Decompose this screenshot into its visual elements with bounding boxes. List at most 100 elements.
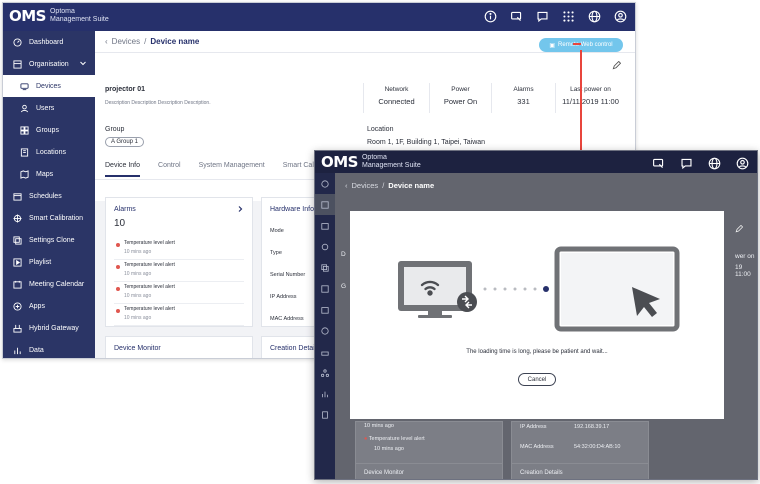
globe-icon[interactable]: [707, 156, 721, 170]
sidebar-item-apps[interactable]: Apps: [3, 295, 95, 317]
sidebar-item-groups[interactable]: Groups: [3, 119, 95, 141]
remote-control-icon: ▣: [549, 42, 556, 49]
loading-message: The loading time is long, please be pati…: [466, 349, 608, 355]
back-chevron-icon[interactable]: ‹: [345, 181, 348, 190]
user-icon[interactable]: [613, 9, 627, 23]
info-icon[interactable]: [483, 9, 497, 23]
tab-control[interactable]: Control: [158, 162, 181, 177]
remote-control-window: OMS Optoma Management Suite ‹ Devices / …: [314, 150, 758, 480]
list-item[interactable]: Temperature level alert 10 mins ago: [114, 238, 244, 260]
breadcrumb-parent[interactable]: Devices: [352, 181, 379, 190]
calendar-icon[interactable]: [315, 299, 335, 320]
breadcrumb-separator: /: [144, 37, 147, 46]
device-monitor-card: Device Monitor: [355, 463, 503, 479]
gateway-icon[interactable]: [315, 341, 335, 362]
hardware-row-serial: Serial Number: [270, 272, 306, 278]
list-item[interactable]: Temperature level alert 10 mins ago: [114, 304, 244, 326]
clone-icon[interactable]: [315, 257, 335, 278]
alarms-count: 10: [114, 218, 126, 229]
alarms-card: Alarms 10 Temperature level alert 10 mins…: [105, 197, 253, 327]
apps-grid-icon[interactable]: [561, 9, 575, 23]
sidebar-item-settings-clone[interactable]: Settings Clone: [3, 229, 95, 251]
apps-icon: [12, 301, 22, 311]
logo-text: Optoma Management Suite: [361, 154, 421, 169]
device-monitor-title: Device Monitor: [114, 345, 161, 352]
dashboard-icon: [12, 37, 22, 47]
remote-icon[interactable]: [651, 156, 665, 170]
alert-dot-icon: [116, 309, 120, 313]
user-icon[interactable]: [735, 156, 749, 170]
chevron-right-icon[interactable]: [236, 205, 244, 213]
group-label: Group: [105, 126, 125, 133]
sidebar-item-devices[interactable]: Devices: [3, 75, 95, 97]
device-name: projector 01: [105, 86, 146, 93]
hardware-row-mac: MAC Address: [270, 316, 304, 322]
edit-pencil-icon[interactable]: [612, 61, 621, 70]
cancel-button[interactable]: Cancel: [518, 373, 556, 386]
loading-modal: The loading time is long, please be pati…: [350, 211, 724, 419]
data-icon[interactable]: [315, 383, 335, 404]
logo-mark: OMS: [321, 153, 358, 171]
playlist-icon: [12, 257, 22, 267]
list-item[interactable]: Temperature level alert 10 mins ago: [114, 282, 244, 304]
alert-dot-icon: [116, 287, 120, 291]
edit-pencil-icon[interactable]: [735, 225, 743, 233]
sidebar-item-playlist[interactable]: Playlist: [3, 251, 95, 273]
group-pill[interactable]: A Group 1: [105, 137, 145, 147]
sidebar-item-locations[interactable]: Locations: [3, 141, 95, 163]
clone-icon: [12, 235, 22, 245]
globe-icon[interactable]: [587, 9, 601, 23]
organisation-icon: [12, 59, 22, 69]
sidebar-item-organisation[interactable]: Organisation: [3, 53, 95, 75]
sidebar-item-schedules[interactable]: Schedules: [3, 185, 95, 207]
remote-icon[interactable]: [509, 9, 523, 23]
calibration-icon: [12, 213, 22, 223]
calibration-icon[interactable]: [315, 236, 335, 257]
sync-icon: [457, 292, 477, 312]
breadcrumb: ‹ Devices / Device name: [345, 181, 435, 190]
progress-dots: [483, 286, 549, 292]
target-screen-icon: [554, 246, 680, 332]
schedules-icon[interactable]: [315, 215, 335, 236]
network-icon[interactable]: [315, 362, 335, 383]
document-icon[interactable]: [315, 404, 335, 425]
creation-details-title: Creation Details: [270, 345, 320, 352]
sidebar-item-maps[interactable]: Maps: [3, 163, 95, 185]
sidebar-item-dashboard[interactable]: Dashboard: [3, 31, 95, 53]
sidebar-item-meeting-calendar[interactable]: Meeting Calendar: [3, 273, 95, 295]
sidebar-item-smart-calibration[interactable]: Smart Calibration: [3, 207, 95, 229]
breadcrumb-current: Device name: [150, 37, 200, 46]
dashboard-icon[interactable]: [315, 173, 335, 194]
collapsed-sidebar: [315, 173, 335, 479]
chevron-down-icon[interactable]: [79, 59, 87, 67]
tab-system-management[interactable]: System Management: [199, 162, 265, 177]
chat-icon[interactable]: [535, 9, 549, 23]
devices-icon[interactable]: [315, 194, 335, 215]
sidebar-item-users[interactable]: Users: [3, 97, 95, 119]
locations-icon: [19, 147, 29, 157]
alert-dot-icon: ●: [364, 436, 368, 442]
tab-device-info[interactable]: Device Info: [105, 162, 141, 177]
stat-power: Power Power On: [429, 83, 491, 113]
connector-line: [573, 43, 581, 45]
logo[interactable]: OMS Optoma Management Suite: [321, 153, 421, 171]
alarms-list: Temperature level alert 10 mins ago Tempe…: [114, 238, 244, 326]
users-icon: [19, 103, 29, 113]
apps-icon[interactable]: [315, 320, 335, 341]
back-chevron-icon[interactable]: ‹: [105, 37, 108, 46]
playlist-icon[interactable]: [315, 278, 335, 299]
breadcrumb-parent[interactable]: Devices: [112, 37, 140, 46]
chat-icon[interactable]: [679, 156, 693, 170]
connector-line: [580, 50, 582, 158]
list-item[interactable]: Temperature level alert 10 mins ago: [114, 260, 244, 282]
devices-icon: [19, 81, 29, 91]
sidebar-item-data[interactable]: Data: [3, 339, 95, 358]
remote-connection-illustration: [398, 246, 680, 332]
data-icon: [12, 345, 22, 355]
logo[interactable]: OMS Optoma Management Suite: [9, 7, 109, 25]
hardware-row-type: Type: [270, 250, 282, 256]
creation-details-card: Creation Details: [511, 463, 649, 479]
sidebar: Dashboard Organisation Devices Users Gro…: [3, 31, 95, 358]
location-value: Room 1, 1F, Building 1, Taipei, Taiwan: [367, 139, 486, 146]
sidebar-item-hybrid-gateway[interactable]: Hybrid Gateway: [3, 317, 95, 339]
